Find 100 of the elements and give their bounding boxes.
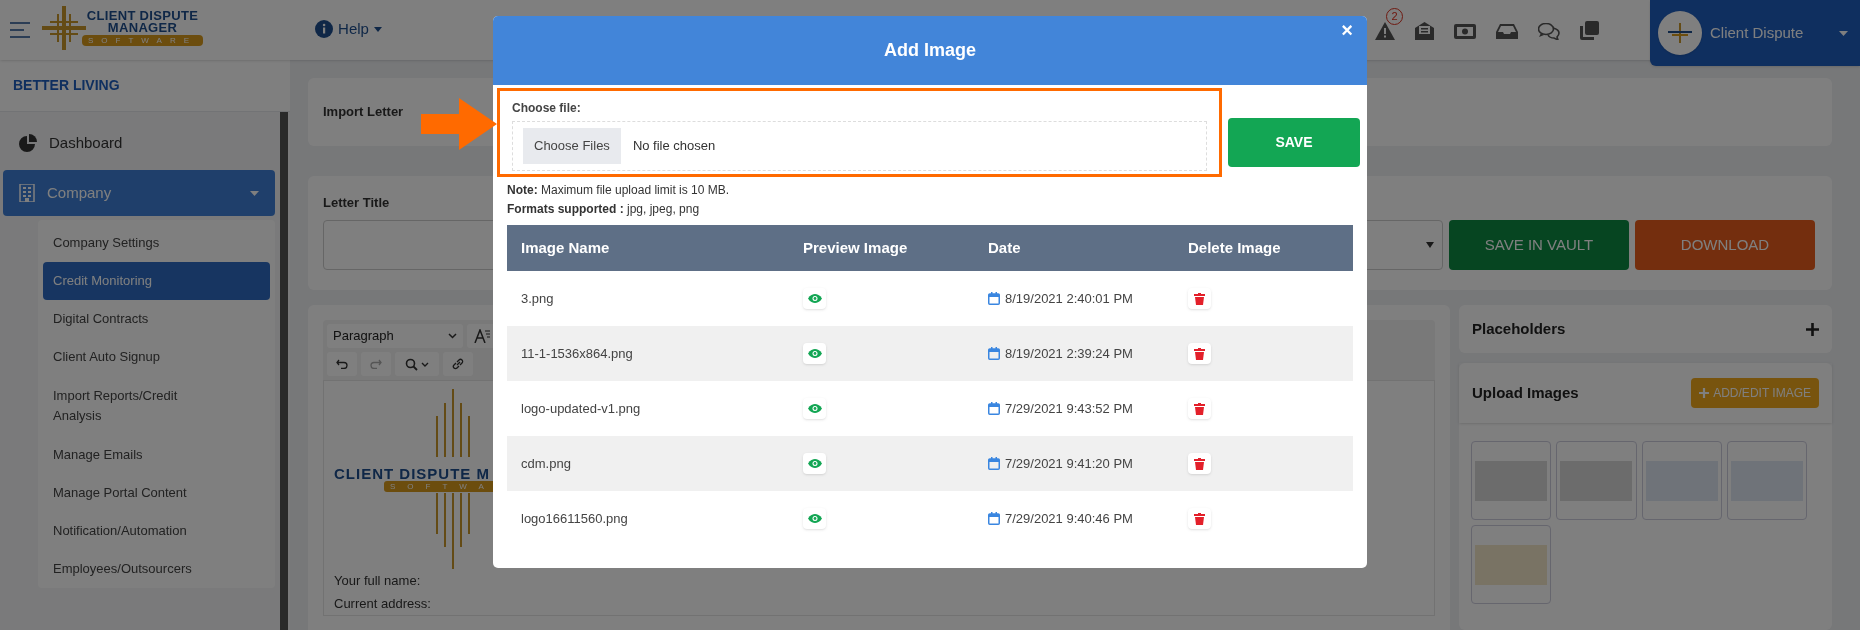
submenu-item[interactable]: Import Reports/Credit Analysis bbox=[43, 376, 213, 436]
note-text: Note: Maximum file upload limit is 10 MB. bbox=[507, 182, 731, 199]
submenu-item[interactable]: Digital Contracts bbox=[43, 300, 270, 338]
calendar-icon bbox=[988, 457, 1000, 470]
submenu-item[interactable]: Client Auto Signup bbox=[43, 338, 270, 376]
document-text: Your full name: bbox=[334, 572, 422, 590]
link-icon bbox=[452, 358, 464, 370]
note-text: Formats supported : jpg, jpeg, png bbox=[507, 201, 701, 218]
trash-icon bbox=[1194, 347, 1205, 360]
image-thumbnail[interactable] bbox=[1641, 441, 1722, 520]
pie-chart-icon bbox=[19, 134, 37, 152]
sidebar-item[interactable]: Dashboard bbox=[3, 120, 275, 166]
caret-icon bbox=[373, 26, 382, 32]
info-icon bbox=[315, 20, 334, 39]
redo-icon bbox=[370, 359, 382, 369]
save-button[interactable]: SAVE IN VAULT bbox=[1449, 220, 1629, 270]
logo-text: MANAGER bbox=[107, 22, 178, 34]
table-cell-text: logo16611560.png bbox=[520, 509, 629, 528]
eye-icon bbox=[807, 349, 822, 358]
logo-star-icon bbox=[42, 6, 86, 50]
submenu-item[interactable]: Notification/Automation bbox=[43, 512, 270, 550]
table-cell-text: 11-1-1536x864.png bbox=[520, 344, 634, 363]
caret-icon bbox=[250, 190, 259, 196]
caret-icon bbox=[1839, 30, 1848, 36]
trash-icon bbox=[1194, 402, 1205, 415]
eye-icon bbox=[807, 514, 822, 523]
find-replace-button[interactable] bbox=[395, 352, 439, 376]
table-cell-text: 3.png bbox=[520, 289, 555, 308]
warning-icon[interactable] bbox=[1375, 22, 1395, 40]
delete-button[interactable] bbox=[1188, 343, 1211, 364]
delete-button[interactable] bbox=[1188, 398, 1211, 419]
image-thumbnail[interactable] bbox=[1471, 525, 1552, 604]
image-thumbnail[interactable] bbox=[1471, 441, 1552, 520]
close-button[interactable]: × bbox=[1341, 18, 1353, 42]
format-dropdown[interactable]: Paragraph bbox=[327, 324, 463, 348]
undo-button[interactable] bbox=[327, 352, 357, 376]
preview-button[interactable] bbox=[803, 453, 826, 474]
placeholders-panel[interactable]: Placeholders bbox=[1459, 305, 1832, 353]
preview-button[interactable] bbox=[803, 508, 826, 529]
menu-icon[interactable] bbox=[10, 22, 30, 38]
field-label: Import Letter bbox=[323, 103, 404, 122]
eye-icon bbox=[807, 404, 822, 413]
chat-icon[interactable] bbox=[1538, 22, 1560, 40]
field-label: Choose file: bbox=[512, 100, 582, 117]
logo-tagline: SOFTWARE bbox=[82, 35, 204, 46]
inbox-icon[interactable] bbox=[1496, 23, 1518, 39]
panel-title: Placeholders bbox=[1472, 318, 1566, 339]
calendar-icon bbox=[988, 512, 1000, 525]
file-button: Choose Files bbox=[523, 128, 621, 164]
help-menu[interactable]: Help bbox=[315, 18, 382, 41]
banknote-icon[interactable] bbox=[1454, 23, 1476, 39]
table-cell-text: logo-updated-v1.png bbox=[520, 399, 642, 418]
preview-button[interactable] bbox=[803, 343, 826, 364]
preview-button[interactable] bbox=[803, 288, 826, 309]
save-button[interactable]: SAVE bbox=[1228, 118, 1360, 167]
caret-icon bbox=[1426, 242, 1434, 248]
envelope-icon[interactable] bbox=[1415, 22, 1434, 40]
submenu-item[interactable]: Employees/Outsourcers bbox=[43, 550, 270, 588]
submenu-item[interactable]: Company Settings bbox=[43, 224, 270, 262]
trash-icon bbox=[1194, 292, 1205, 305]
font-size-icon bbox=[474, 329, 490, 343]
plus-icon bbox=[1806, 322, 1819, 336]
submenu-item[interactable]: Manage Emails bbox=[43, 436, 270, 474]
sidebar-item[interactable]: Company bbox=[3, 170, 275, 216]
column-header: Delete Image bbox=[1187, 237, 1282, 258]
plus-icon bbox=[1699, 388, 1710, 398]
column-header: Image Name bbox=[520, 237, 611, 258]
table-cell-text: 7/29/2021 9:43:52 PM bbox=[1005, 399, 1133, 418]
profile-menu[interactable]: Client Dispute bbox=[1650, 0, 1860, 66]
table-cell-text: 8/19/2021 2:40:01 PM bbox=[1005, 289, 1133, 308]
table-cell-text: 8/19/2021 2:39:24 PM bbox=[1005, 344, 1133, 363]
submenu-item[interactable]: Credit Monitoring bbox=[43, 262, 270, 300]
delete-button[interactable] bbox=[1188, 453, 1211, 474]
column-header: Date bbox=[987, 237, 1022, 258]
download-button[interactable]: DOWNLOAD bbox=[1635, 220, 1815, 270]
chevron-down-icon bbox=[421, 361, 429, 367]
notification-badge: 2 bbox=[1386, 8, 1403, 25]
preview-button[interactable] bbox=[803, 398, 826, 419]
logo-text: CLIENT DISPUTE M bbox=[334, 464, 490, 484]
logo-icon bbox=[1666, 23, 1694, 43]
delete-button[interactable] bbox=[1188, 508, 1211, 529]
chevron-down-icon bbox=[448, 333, 457, 339]
table-cell-text: cdm.png bbox=[520, 454, 572, 473]
link-button[interactable] bbox=[443, 352, 473, 376]
table-cell-text: 7/29/2021 9:40:46 PM bbox=[1005, 509, 1133, 528]
copy-icon[interactable] bbox=[1580, 20, 1599, 40]
eye-icon bbox=[807, 459, 822, 468]
modal-title: Add Image bbox=[884, 39, 976, 62]
image-thumbnail[interactable] bbox=[1556, 441, 1637, 520]
file-input[interactable]: Choose Files No file chosen bbox=[512, 121, 1207, 171]
table-cell-text: 7/29/2021 9:41:20 PM bbox=[1005, 454, 1133, 473]
delete-button[interactable] bbox=[1188, 288, 1211, 309]
undo-icon bbox=[336, 359, 348, 369]
file-status: No file chosen bbox=[632, 137, 716, 156]
building-icon bbox=[19, 184, 35, 202]
submenu-item[interactable]: Manage Portal Content bbox=[43, 474, 270, 512]
calendar-icon bbox=[988, 347, 1000, 360]
image-thumbnail[interactable] bbox=[1726, 441, 1807, 520]
document-text: Current address: bbox=[334, 595, 432, 613]
calendar-icon bbox=[988, 292, 1000, 305]
